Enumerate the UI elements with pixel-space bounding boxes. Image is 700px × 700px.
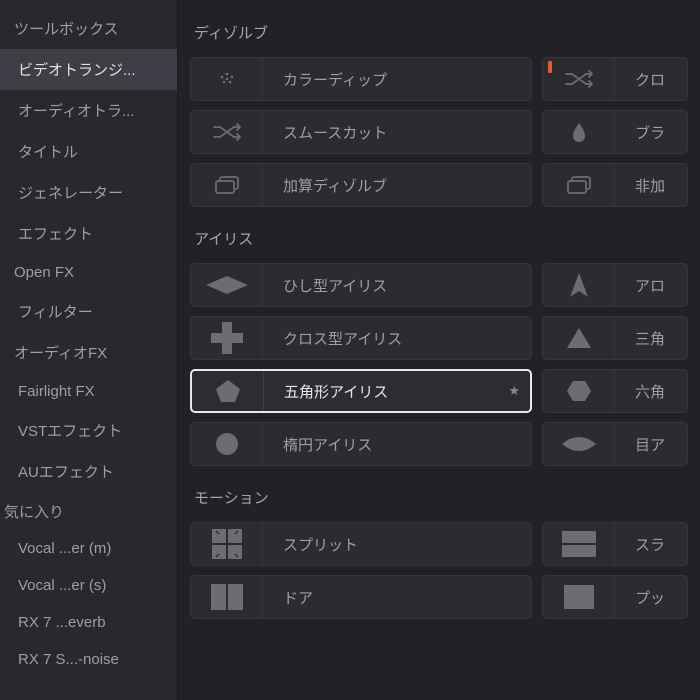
split-icon: [191, 523, 263, 565]
transition-tile[interactable]: プッ: [542, 575, 688, 619]
dots-icon: [191, 58, 263, 100]
push-icon: [543, 576, 615, 618]
tile-label: スラ: [615, 534, 665, 555]
transition-tile[interactable]: ドア: [190, 575, 532, 619]
transition-tile[interactable]: 三角: [542, 316, 688, 360]
transition-tile[interactable]: 加算ディゾルブ: [190, 163, 532, 207]
transition-tile[interactable]: カラーディップ: [190, 57, 532, 101]
arrowhead-icon: [543, 264, 615, 306]
sidebar-item[interactable]: オーディオFX: [0, 332, 177, 373]
triangle-icon: [543, 317, 615, 359]
tile-label: スプリット: [263, 534, 358, 555]
transition-tile[interactable]: スプリット: [190, 522, 532, 566]
sidebar-item[interactable]: タイトル: [0, 131, 177, 172]
transition-tile[interactable]: 非加: [542, 163, 688, 207]
sidebar-item[interactable]: ジェネレーター: [0, 172, 177, 213]
sidebar-item[interactable]: エフェクト: [0, 213, 177, 254]
favorites-header: 気に入り: [0, 492, 177, 530]
transition-tile[interactable]: スムースカット: [190, 110, 532, 154]
tile-label: クロス型アイリス: [263, 328, 402, 349]
tile-label: 六角: [615, 381, 665, 402]
transition-tile[interactable]: クロ: [542, 57, 688, 101]
tile-label: 五角形アイリス: [264, 381, 388, 402]
stack-icon: [543, 164, 615, 206]
shuffle-icon: [191, 111, 263, 153]
pentagon-icon: [192, 371, 264, 411]
transition-tile[interactable]: クロス型アイリス: [190, 316, 532, 360]
favorite-item[interactable]: Vocal ...er (m): [0, 530, 177, 567]
main-panel: ディゾルブカラーディップ クロスムースカット ブラ加算ディゾルブ 非加アイリスひし型ア…: [178, 0, 700, 700]
sidebar-item[interactable]: ツールボックス: [0, 8, 177, 49]
slide-icon: [543, 523, 615, 565]
favorite-item[interactable]: RX 7 S...-noise: [0, 641, 177, 678]
tile-label: ブラ: [615, 122, 665, 143]
shuffle-icon: [543, 58, 615, 100]
star-icon: ★: [508, 383, 520, 399]
tile-label: ひし型アイリス: [263, 275, 387, 296]
tile-label: プッ: [615, 587, 665, 608]
flag-indicator: [548, 61, 552, 73]
tile-label: 楕円アイリス: [263, 434, 372, 455]
eye-icon: [543, 423, 615, 465]
circle-icon: [191, 423, 263, 465]
transition-tile[interactable]: スラ: [542, 522, 688, 566]
sidebar: ツールボックスビデオトランジ...オーディオトラ...タイトルジェネレーターエフ…: [0, 0, 178, 700]
transition-tile[interactable]: アロ: [542, 263, 688, 307]
tile-label: カラーディップ: [263, 69, 387, 90]
transition-tile[interactable]: 五角形アイリス ★: [190, 369, 532, 413]
section-title: アイリス: [178, 216, 700, 263]
tile-label: 目ア: [615, 434, 665, 455]
sidebar-item[interactable]: フィルター: [0, 291, 177, 332]
section-title: モーション: [178, 475, 700, 522]
tile-label: クロ: [615, 69, 665, 90]
tile-label: アロ: [615, 275, 665, 296]
sidebar-item[interactable]: Open FX: [0, 254, 177, 291]
sidebar-item[interactable]: AUエフェクト: [0, 451, 177, 492]
transition-tile[interactable]: 目ア: [542, 422, 688, 466]
favorite-item[interactable]: RX 7 ...everb: [0, 604, 177, 641]
door-icon: [191, 576, 263, 618]
sidebar-item[interactable]: VSTエフェクト: [0, 410, 177, 451]
tile-label: スムースカット: [263, 122, 387, 143]
favorite-item[interactable]: Vocal ...er (s): [0, 567, 177, 604]
tile-label: 三角: [615, 328, 665, 349]
transition-tile[interactable]: 六角: [542, 369, 688, 413]
stack-icon: [191, 164, 263, 206]
tile-label: ドア: [263, 587, 313, 608]
tile-label: 非加: [615, 175, 665, 196]
sidebar-item[interactable]: オーディオトラ...: [0, 90, 177, 131]
sidebar-item[interactable]: ビデオトランジ...: [0, 49, 177, 90]
transition-tile[interactable]: ブラ: [542, 110, 688, 154]
section-title: ディゾルブ: [178, 10, 700, 57]
drop-icon: [543, 111, 615, 153]
transition-tile[interactable]: 楕円アイリス: [190, 422, 532, 466]
diamond-icon: [191, 264, 263, 306]
plus-icon: [191, 317, 263, 359]
sidebar-item[interactable]: Fairlight FX: [0, 373, 177, 410]
transition-tile[interactable]: ひし型アイリス: [190, 263, 532, 307]
tile-label: 加算ディゾルブ: [263, 175, 387, 196]
hexagon-icon: [543, 370, 615, 412]
